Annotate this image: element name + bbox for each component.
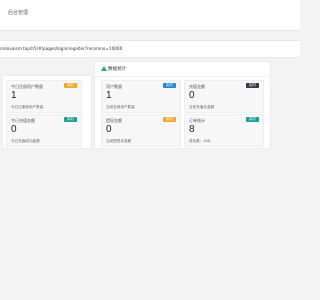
- card-withdraw-amount: 提现金额 实时 0 当前提现总金额: [101, 114, 181, 147]
- card-note: 今日充值成功金额: [11, 139, 40, 143]
- realtime-badge: 实时: [245, 83, 259, 88]
- card-note: 成功数：408: [189, 139, 211, 143]
- page-title: 后台管理: [8, 10, 29, 16]
- card-today-recharge: 今日充值金额 实时 0 今日充值成功金额: [6, 114, 82, 147]
- card-registered-users: 今日注册用户数量 实时 1 今日注册新用户数量: [6, 80, 82, 113]
- card-note: 今日注册新用户数量: [11, 105, 44, 109]
- card-note: 当前充值总金额: [189, 105, 215, 109]
- realtime-badge: 实时: [63, 83, 77, 88]
- alert-triangle-icon: [101, 66, 107, 71]
- card-order-stats: 订单统计 实时 8 成功数：408: [184, 114, 264, 147]
- realtime-badge: 实时: [63, 117, 77, 122]
- card-recharge-amount: 充值金额 实时 0 当前充值总金额: [184, 80, 264, 113]
- stats-panel-header: 数据统计: [95, 62, 270, 77]
- card-value: 0: [189, 90, 195, 101]
- card-value: 0: [11, 124, 17, 135]
- card-value: 1: [106, 90, 112, 101]
- realtime-badge: 实时: [162, 83, 176, 88]
- card-note: 当前全部用户数量: [106, 105, 135, 109]
- address-bar[interactable]: manvaism.top/h5/#/pages/login/register?r…: [0, 40, 300, 58]
- card-value: 8: [189, 124, 195, 135]
- realtime-badge: 实时: [162, 117, 176, 122]
- top-header: 后台管理: [0, 0, 300, 31]
- url-text[interactable]: manvaism.top/h5/#/pages/login/register?r…: [0, 46, 122, 51]
- card-note: 当前提现总金额: [106, 139, 132, 143]
- card-value: 0: [106, 124, 112, 135]
- card-value: 1: [11, 90, 17, 101]
- card-total-users: 用户数量 实时 1 当前全部用户数量: [101, 80, 181, 113]
- stats-panel-title: 数据统计: [108, 67, 127, 72]
- realtime-badge: 实时: [245, 117, 259, 122]
